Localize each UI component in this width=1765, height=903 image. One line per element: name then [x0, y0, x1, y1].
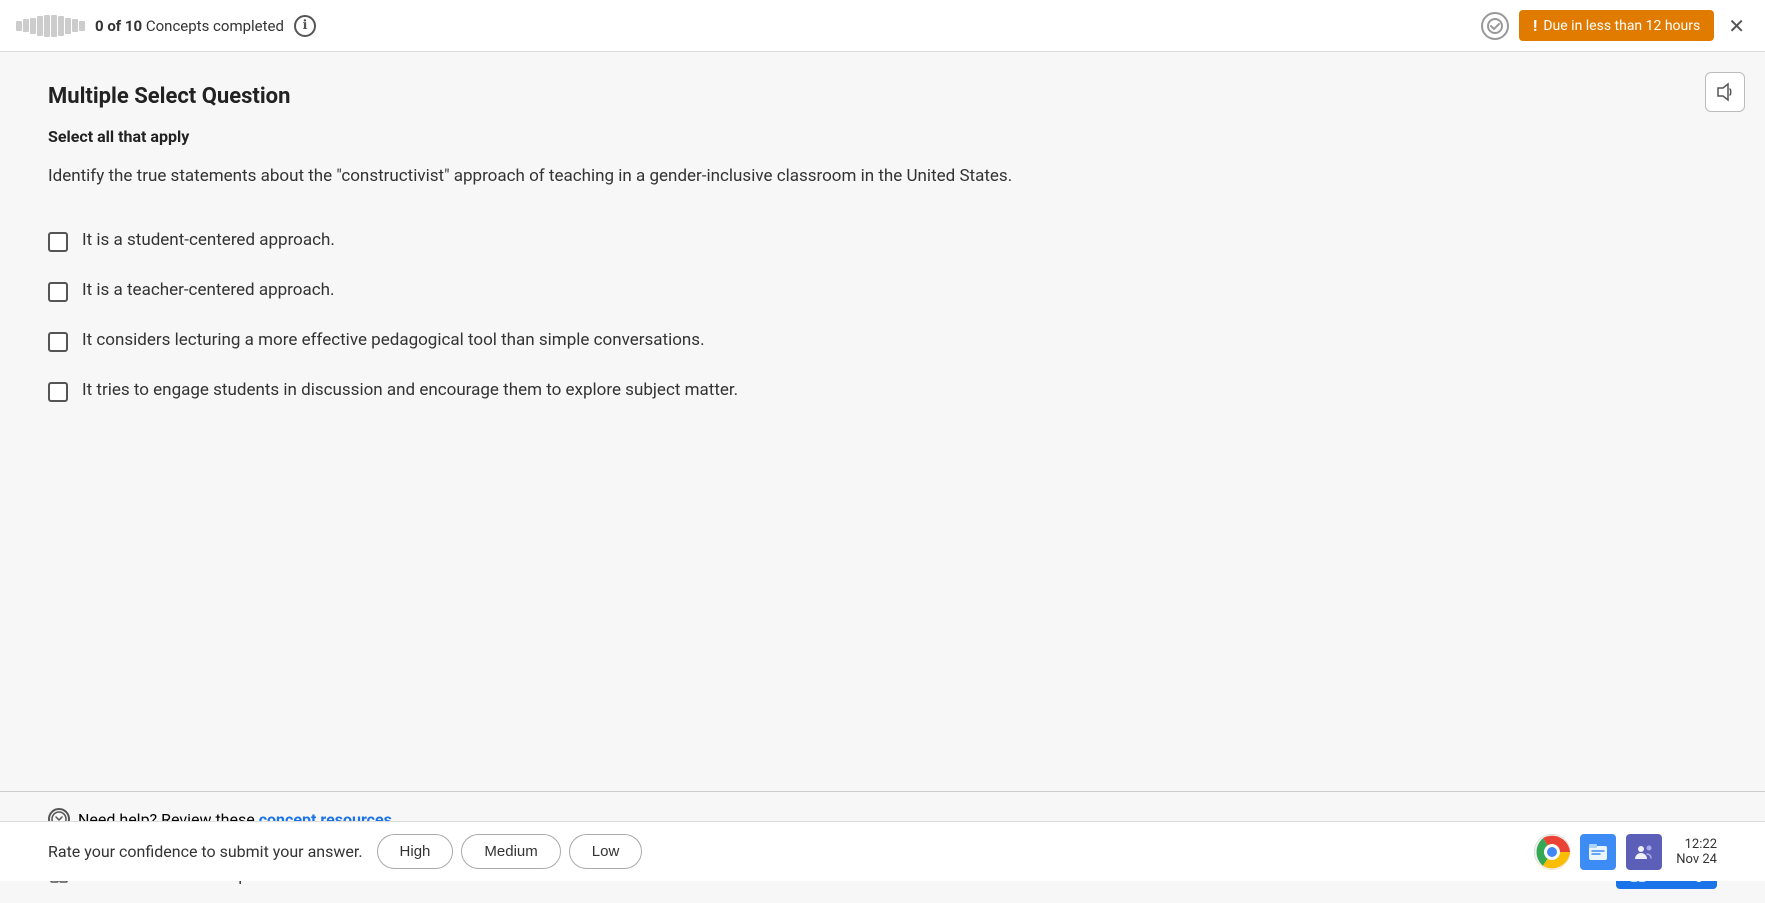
check-circle-icon[interactable]: [1481, 12, 1509, 40]
info-button[interactable]: ℹ: [294, 15, 316, 37]
due-badge: ! Due in less than 12 hours: [1519, 10, 1714, 41]
option-2[interactable]: It is a teacher-centered approach.: [48, 280, 1717, 302]
checkbox-2[interactable]: [48, 282, 68, 302]
main-content: Multiple Select Question Select all that…: [0, 52, 1765, 791]
progress-text: 0 of 10 Concepts completed: [95, 17, 284, 35]
progress-icon: [16, 15, 85, 37]
due-icon: !: [1533, 16, 1537, 35]
option-4[interactable]: It tries to engage students in discussio…: [48, 380, 1717, 402]
datetime-section: 12:22 Nov 24: [1676, 837, 1717, 867]
confidence-label: Rate your confidence to submit your answ…: [48, 842, 363, 861]
bottom-bar: Rate your confidence to submit your answ…: [0, 821, 1765, 881]
close-button[interactable]: ✕: [1724, 14, 1749, 38]
confidence-medium-button[interactable]: Medium: [461, 834, 560, 869]
checkbox-3[interactable]: [48, 332, 68, 352]
confidence-section: Rate your confidence to submit your answ…: [48, 834, 642, 869]
top-bar-right: ! Due in less than 12 hours ✕: [1481, 10, 1749, 41]
chrome-icon[interactable]: [1534, 834, 1570, 870]
option-1[interactable]: It is a student-centered approach.: [48, 230, 1717, 252]
sound-button[interactable]: [1705, 72, 1745, 112]
date-display: Nov 24: [1676, 852, 1717, 867]
bottom-right: 12:22 Nov 24: [1534, 834, 1717, 870]
option-3-label: It considers lecturing a more effective …: [82, 330, 705, 350]
top-bar: 0 of 10 Concepts completed ℹ ! Due in le…: [0, 0, 1765, 52]
checkbox-1[interactable]: [48, 232, 68, 252]
option-2-label: It is a teacher-centered approach.: [82, 280, 334, 300]
options-list: It is a student-centered approach. It is…: [48, 230, 1717, 402]
time-display: 12:22: [1685, 837, 1717, 852]
confidence-low-button[interactable]: Low: [569, 834, 643, 869]
question-type-label: Multiple Select Question: [48, 84, 1717, 109]
file-manager-icon[interactable]: [1580, 834, 1616, 870]
option-4-label: It tries to engage students in discussio…: [82, 380, 738, 400]
question-text: Identify the true statements about the "…: [48, 164, 1248, 190]
option-3[interactable]: It considers lecturing a more effective …: [48, 330, 1717, 352]
select-all-label: Select all that apply: [48, 127, 1717, 146]
top-bar-left: 0 of 10 Concepts completed ℹ: [16, 15, 316, 37]
confidence-high-button[interactable]: High: [377, 834, 454, 869]
option-1-label: It is a student-centered approach.: [82, 230, 335, 250]
confidence-buttons: High Medium Low: [377, 834, 643, 869]
checkbox-4[interactable]: [48, 382, 68, 402]
due-label: Due in less than 12 hours: [1543, 18, 1700, 34]
teams-icon[interactable]: [1626, 834, 1662, 870]
taskbar-icons: [1534, 834, 1662, 870]
